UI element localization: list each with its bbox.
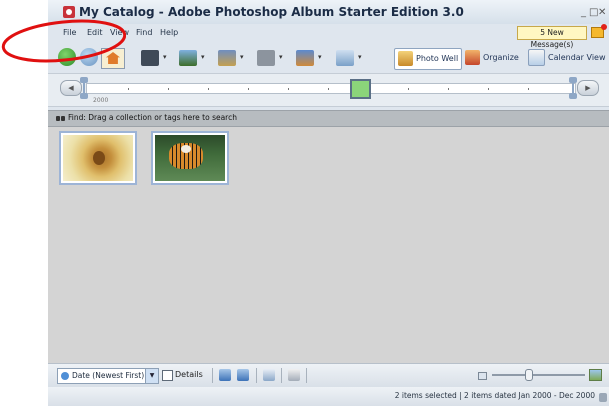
home-button[interactable] [101, 48, 125, 69]
camera-icon[interactable] [141, 50, 159, 66]
fix-photo-icon[interactable] [179, 50, 197, 66]
bottom-bar: Date (Newest First) ▼ Details [48, 363, 609, 387]
new-messages-button[interactable]: 5 New Message(s) [517, 26, 587, 49]
details-checkbox[interactable] [162, 370, 173, 381]
timeline-scroll-right-button[interactable]: ▶ [577, 80, 599, 96]
divider [306, 368, 307, 383]
forward-button[interactable] [80, 48, 98, 66]
calendar-icon [528, 49, 545, 66]
status-text: 2 items selected | 2 items dated Jan 200… [394, 391, 595, 400]
calendar-view-label: Calendar View [548, 53, 606, 62]
timeline[interactable]: ◀ ▶ 2000 [48, 73, 609, 107]
burn-disc-icon[interactable] [336, 50, 354, 66]
fix-dropdown[interactable]: ▾ [201, 53, 205, 61]
photo-well-icon [398, 51, 413, 66]
organize-icon [465, 50, 480, 65]
home-icon [106, 52, 120, 64]
share-icon[interactable] [296, 50, 314, 66]
photo-well-button[interactable]: Photo Well [394, 48, 462, 70]
divider [256, 368, 257, 383]
timeline-tick [128, 88, 129, 90]
timeline-tick [528, 88, 529, 90]
title-bar: My Catalog - Adobe Photoshop Album Start… [48, 0, 609, 24]
timeline-tick [408, 88, 409, 90]
slideshow-icon[interactable] [263, 369, 275, 381]
timeline-end-handle[interactable] [569, 77, 577, 99]
zoom-slider-thumb[interactable] [525, 369, 533, 381]
details-label: Details [175, 370, 203, 379]
back-button[interactable] [58, 48, 76, 66]
timeline-tick [328, 88, 329, 90]
menu-view[interactable]: View [110, 28, 129, 37]
share-dropdown[interactable]: ▾ [318, 53, 322, 61]
handle-line [83, 83, 85, 93]
create-dropdown[interactable]: ▾ [240, 53, 244, 61]
zoom-large-icon[interactable] [589, 369, 602, 381]
timeline-tick [208, 88, 209, 90]
timeline-tick [448, 88, 449, 90]
timeline-start-handle[interactable] [80, 77, 88, 99]
timeline-tick [168, 88, 169, 90]
timeline-scroll-left-button[interactable]: ◀ [60, 80, 82, 96]
create-icon[interactable] [218, 50, 236, 66]
find-bar[interactable]: Find: Drag a collection or tags here to … [48, 110, 609, 127]
properties-icon[interactable] [288, 369, 300, 381]
photo-well[interactable] [48, 127, 609, 363]
sort-order-value: Date (Newest First) [72, 371, 145, 380]
calendar-view-button[interactable]: Calendar View [528, 48, 606, 68]
menu-find[interactable]: Find [136, 28, 152, 37]
rotate-left-icon[interactable] [219, 369, 231, 381]
lion-photo [63, 135, 133, 181]
photo-thumbnail-tiger[interactable] [151, 131, 229, 185]
menu-edit[interactable]: Edit [87, 28, 103, 37]
burn-dropdown[interactable]: ▾ [358, 53, 362, 61]
photo-thumbnail-lion[interactable] [59, 131, 137, 185]
rotate-right-icon[interactable] [237, 369, 249, 381]
minimize-button[interactable]: _ [581, 7, 586, 18]
tiger-photo [155, 135, 225, 181]
close-button[interactable]: ✕ [598, 7, 606, 18]
handle-bottom [569, 93, 577, 99]
window-title: My Catalog - Adobe Photoshop Album Start… [79, 5, 464, 19]
organize-button[interactable]: Organize [465, 48, 523, 68]
timeline-tick [288, 88, 289, 90]
app-logo-icon [63, 6, 75, 18]
menu-help[interactable]: Help [160, 28, 178, 37]
menu-file[interactable]: File [63, 28, 76, 37]
sort-icon [61, 372, 69, 380]
handle-bottom [80, 93, 88, 99]
handle-line [572, 83, 574, 93]
status-bar: 2 items selected | 2 items dated Jan 200… [48, 387, 609, 406]
find-bar-text: Find: Drag a collection or tags here to … [68, 113, 237, 122]
timeline-year-label: 2000 [93, 97, 109, 104]
print-dropdown[interactable]: ▾ [279, 53, 283, 61]
print-icon[interactable] [257, 50, 275, 66]
binoculars-icon [56, 114, 66, 122]
organize-label: Organize [483, 53, 519, 62]
resize-grip-icon[interactable] [599, 393, 607, 402]
timeline-tick [248, 88, 249, 90]
sort-order-select[interactable]: Date (Newest First) ▼ [57, 368, 159, 384]
message-alert-icon[interactable] [591, 24, 607, 38]
zoom-small-icon[interactable] [478, 372, 487, 380]
camera-dropdown[interactable]: ▾ [163, 53, 167, 61]
timeline-tick [488, 88, 489, 90]
divider [212, 368, 213, 383]
chevron-down-icon[interactable]: ▼ [145, 369, 158, 383]
photo-well-label: Photo Well [416, 54, 459, 63]
toolbar: ▾ ▾ ▾ ▾ ▾ ▾ Photo Well Organize Calendar… [48, 44, 609, 70]
timeline-track[interactable] [86, 83, 576, 94]
divider [281, 368, 282, 383]
app-window: My Catalog - Adobe Photoshop Album Start… [48, 0, 609, 406]
timeline-date-bar[interactable] [350, 79, 371, 99]
zoom-slider-track[interactable] [492, 374, 585, 376]
